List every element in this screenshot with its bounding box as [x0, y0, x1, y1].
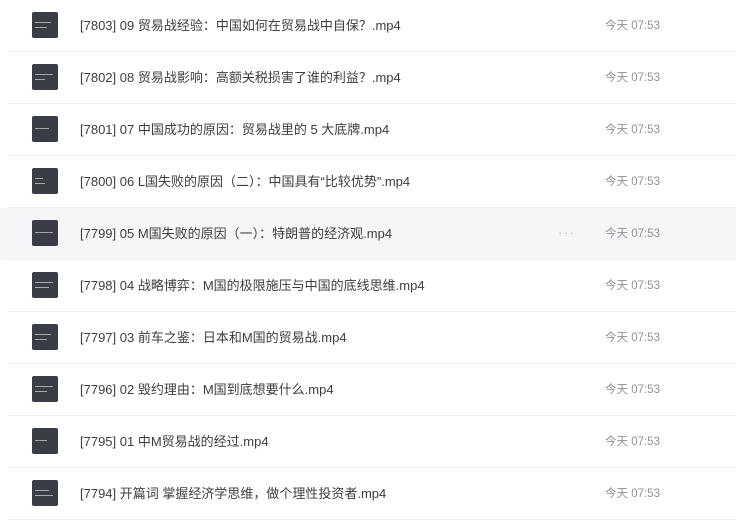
video-thumbnail-icon [32, 220, 58, 246]
file-name[interactable]: [7798] 04 战略博弈：M国的极限施压与中国的底线思维.mp4 [80, 260, 425, 312]
thumbnail-text-line [35, 178, 43, 179]
file-name[interactable]: [7799] 05 M国失败的原因（一）：特朗普的经济观.mp4 [80, 208, 392, 260]
video-thumbnail-icon [32, 376, 58, 402]
modified-time: 今天 07:53 [605, 436, 660, 448]
thumbnail-text-line [35, 391, 47, 392]
modified-time: 今天 07:53 [605, 488, 660, 500]
modified-time: 今天 07:53 [605, 124, 660, 136]
file-row[interactable]: [7799] 05 M国失败的原因（一）：特朗普的经济观.mp4 ··· 今天 07… [0, 208, 736, 260]
file-name[interactable]: [7801] 07 中国成功的原因：贸易战里的 5 大底牌.mp4 [80, 104, 389, 156]
file-row[interactable]: [7801] 07 中国成功的原因：贸易战里的 5 大底牌.mp4 今天 07:5… [0, 104, 736, 156]
file-row[interactable]: [7798] 04 战略博弈：M国的极限施压与中国的底线思维.mp4 今天 07:… [0, 260, 736, 312]
thumbnail-text-line [35, 282, 53, 283]
thumbnail-text-line [35, 183, 45, 184]
modified-time: 今天 07:53 [605, 20, 660, 32]
video-thumbnail-icon [32, 428, 58, 454]
file-row[interactable]: [7797] 03 前车之鉴：日本和M国的贸易战.mp4 今天 07:53 [0, 312, 736, 364]
thumbnail-text-line [35, 128, 49, 129]
thumbnail-text-line [35, 79, 45, 80]
video-thumbnail-icon [32, 324, 58, 350]
thumbnail-text-line [35, 386, 53, 387]
modified-time: 今天 07:53 [605, 72, 660, 84]
thumbnail-text-line [35, 495, 53, 496]
file-name[interactable]: [7797] 03 前车之鉴：日本和M国的贸易战.mp4 [80, 312, 347, 364]
thumbnail-text-line [35, 27, 47, 28]
file-row[interactable]: [7800] 06 L国失败的原因（二）：中国具有“比较优势”.mp4 今天 07… [0, 156, 736, 208]
thumbnail-text-line [35, 490, 49, 491]
video-thumbnail-icon [32, 272, 58, 298]
file-name[interactable]: [7802] 08 贸易战影响：高额关税损害了谁的利益？.mp4 [80, 52, 401, 104]
modified-time: 今天 07:53 [605, 384, 660, 396]
thumbnail-text-line [35, 339, 47, 340]
file-name[interactable]: [7800] 06 L国失败的原因（二）：中国具有“比较优势”.mp4 [80, 156, 410, 208]
video-thumbnail-icon [32, 480, 58, 506]
modified-time: 今天 07:53 [605, 332, 660, 344]
file-row[interactable]: [7803] 09 贸易战经验：中国如何在贸易战中自保？.mp4 今天 07:53 [0, 0, 736, 52]
modified-time: 今天 07:53 [605, 176, 660, 188]
video-thumbnail-icon [32, 168, 58, 194]
file-row[interactable]: [7802] 08 贸易战影响：高额关税损害了谁的利益？.mp4 今天 07:53 [0, 52, 736, 104]
file-row[interactable]: [7795] 01 中M贸易战的经过.mp4 今天 07:53 [0, 416, 736, 468]
thumbnail-text-line [35, 22, 51, 23]
thumbnail-text-line [35, 232, 53, 233]
video-thumbnail-icon [32, 12, 58, 38]
file-name[interactable]: [7794] 开篇词 掌握经济学思维，做个理性投资者.mp4 [80, 468, 386, 520]
video-thumbnail-icon [32, 64, 58, 90]
modified-time: 今天 07:53 [605, 228, 660, 240]
file-row[interactable]: [7796] 02 毁约理由：M国到底想要什么.mp4 今天 07:53 [0, 364, 736, 416]
thumbnail-text-line [35, 287, 49, 288]
file-row[interactable]: [7794] 开篇词 掌握经济学思维，做个理性投资者.mp4 今天 07:53 [0, 468, 736, 520]
more-options-icon[interactable]: ··· [558, 208, 575, 260]
row-divider [8, 519, 736, 520]
video-thumbnail-icon [32, 116, 58, 142]
thumbnail-text-line [35, 440, 47, 441]
thumbnail-text-line [35, 334, 51, 335]
file-name[interactable]: [7796] 02 毁约理由：M国到底想要什么.mp4 [80, 364, 334, 416]
thumbnail-text-line [35, 74, 53, 75]
file-name[interactable]: [7795] 01 中M贸易战的经过.mp4 [80, 416, 269, 468]
file-name[interactable]: [7803] 09 贸易战经验：中国如何在贸易战中自保？.mp4 [80, 0, 401, 52]
modified-time: 今天 07:53 [605, 280, 660, 292]
file-list: [7803] 09 贸易战经验：中国如何在贸易战中自保？.mp4 今天 07:53… [0, 0, 736, 532]
